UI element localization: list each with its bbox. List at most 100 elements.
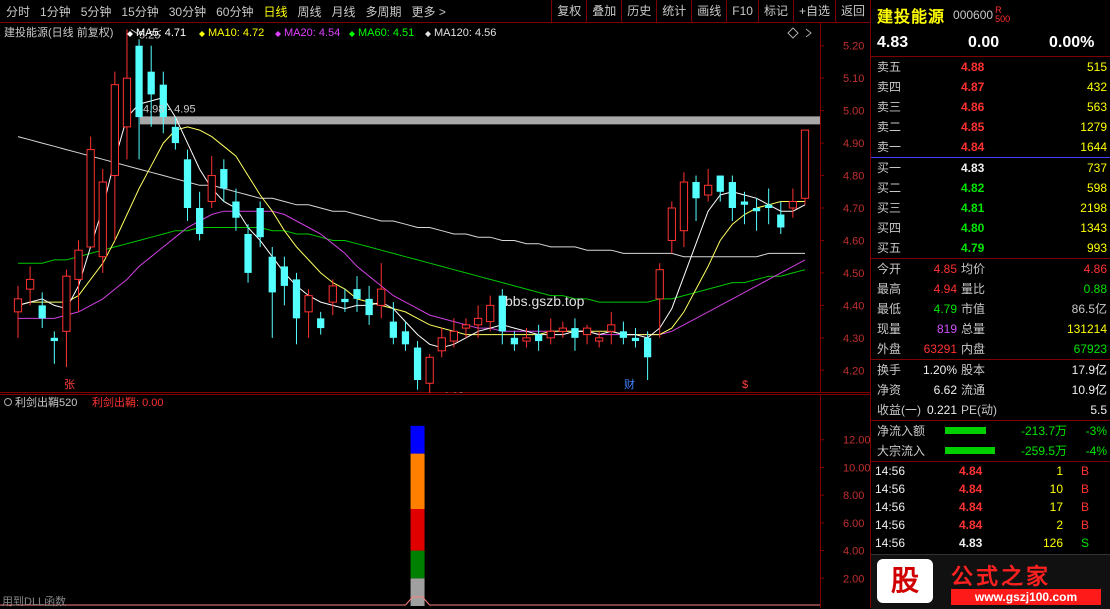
stat-value: 4.79 [933, 302, 957, 316]
flow-pct: -4% [1085, 444, 1107, 458]
tick-side: B [1080, 482, 1089, 496]
period-tab[interactable]: 多周期 [366, 3, 402, 20]
indicator-y-tick: 6.00 [843, 518, 864, 530]
tick-row: 14:56 4.84 1 B [871, 462, 1110, 480]
candle-body-down [171, 126, 180, 144]
event-mark-dollar: $ [742, 379, 748, 391]
bid-label: 买五 [877, 241, 902, 255]
period-tab[interactable]: 周线 [297, 3, 321, 20]
candle-body-up [800, 129, 810, 199]
period-tab[interactable]: 1分钟 [40, 3, 71, 20]
indicator-y-tick: 12.00 [843, 435, 870, 447]
ask-row[interactable]: 卖二 4.85 1279 [871, 117, 1110, 137]
toolbar-button[interactable]: 画线 [691, 0, 726, 22]
flow-row: 净流入额 -213.7万 -3% [871, 421, 1110, 441]
bid-row[interactable]: 买二 4.82 598 [871, 178, 1110, 198]
bid-price: 4.81 [961, 201, 985, 215]
bid-label: 买四 [877, 221, 902, 235]
tick-price: 4.84 [959, 500, 983, 514]
stat-row: 今开 4.85 均价 4.86 [871, 259, 1110, 279]
stat-row: 外盘 63291 内盘 67923 [871, 339, 1110, 359]
candle-body-down [401, 331, 410, 345]
ask-volume: 432 [1086, 80, 1107, 94]
tick-side: B [1080, 464, 1089, 478]
period-tab[interactable]: 60分钟 [216, 3, 253, 20]
ask-volume: 1279 [1080, 120, 1107, 134]
bid-row[interactable]: 买三 4.81 2198 [871, 198, 1110, 218]
ask-label: 卖三 [877, 100, 902, 114]
ask-price: 4.84 [961, 140, 985, 154]
tick-row: 14:56 4.84 17 B [871, 498, 1110, 516]
bid-volume: 1343 [1080, 221, 1107, 235]
candle-body-up [582, 327, 592, 336]
tick-row: 14:56 4.83 126 S [871, 534, 1110, 552]
period-tab[interactable]: 日线 [263, 3, 287, 20]
stat-label: 量比 [961, 282, 986, 296]
ma-legend-label: MA5: 4.71 [136, 27, 186, 39]
candle-body-up [546, 330, 555, 339]
ask-row[interactable]: 卖三 4.86 563 [871, 97, 1110, 117]
ma-legend-label: MA120: 4.56 [434, 27, 496, 39]
candle-body-up [461, 324, 471, 329]
indicator-title: 利剑出鞘520 [15, 395, 77, 409]
ask-row[interactable]: 卖五 4.88 515 [871, 57, 1110, 77]
resistance-line [140, 116, 820, 125]
ask-row[interactable]: 卖一 4.84 1644 [871, 137, 1110, 157]
period-toolbar: 分时 1分钟 5分钟 15分钟 30分钟 60分钟 日线 周线 月线 多周期 更多 > 复权 叠加 历史… [0, 0, 870, 23]
candle-body-down [643, 337, 652, 358]
stat-value: 131214 [1066, 322, 1107, 336]
bid-volume: 993 [1086, 241, 1107, 255]
ma-legend-label: MA60: 4.51 [358, 27, 414, 39]
candle-body-up [377, 288, 386, 306]
indicator-y-tick: 10.00 [843, 462, 870, 474]
bid-row[interactable]: 买四 4.80 1343 [871, 218, 1110, 238]
toolbar-button[interactable]: 统计 [656, 0, 691, 22]
period-tabs: 分时 1分钟 5分钟 15分钟 30分钟 60分钟 日线 周线 月线 多周期 更多 > [0, 3, 456, 20]
bid-row[interactable]: 买一 4.83 737 [871, 158, 1110, 178]
fundamental-row: 换手 1.20% 股本 17.9亿 [871, 360, 1110, 380]
candle-body-down [534, 334, 543, 342]
bid-label: 买二 [877, 181, 902, 195]
candle-body-down [38, 305, 46, 319]
kline-chart[interactable]: 5.254.98 - 4.954.12bbs.gszb.top张财$ 5.205… [0, 23, 870, 393]
period-tab[interactable]: 30分钟 [169, 3, 206, 20]
period-tab[interactable]: 月线 [332, 3, 356, 20]
period-tab[interactable]: 分时 [6, 3, 30, 20]
candle-body-up [558, 327, 567, 332]
period-tab[interactable]: 5分钟 [81, 3, 112, 20]
bid-row[interactable]: 买五 4.79 993 [871, 238, 1110, 258]
toolbar-button[interactable]: F10 [726, 0, 758, 22]
stat-value: 819 [936, 322, 957, 336]
toolbar-button[interactable]: 历史 [621, 0, 656, 22]
toolbar-button[interactable]: 复权 [551, 0, 586, 22]
candle-body-down [195, 208, 204, 234]
candle-body-down [752, 208, 761, 212]
fundamental-value: 17.9亿 [1071, 363, 1107, 377]
fundamental-label: 换手 [877, 363, 902, 377]
candle-body-down [740, 201, 749, 205]
stock-header: 建投能源 000600 R 500 [871, 0, 1110, 30]
bid-label: 买一 [877, 161, 902, 175]
toolbar-button[interactable]: +自选 [792, 0, 835, 22]
y-tick-label: 4.20 [843, 365, 864, 377]
ask-row[interactable]: 卖四 4.87 432 [871, 77, 1110, 97]
ask-label: 卖五 [877, 60, 902, 74]
bid-volume: 598 [1086, 181, 1107, 195]
brand-name: 公式之家 [951, 564, 1052, 589]
candle-body-down [365, 298, 373, 316]
toolbar-button[interactable]: 叠加 [586, 0, 621, 22]
indicator-chart[interactable]: 12.00 10.00 8.00 6.00 4.00 2.00 利剑出鞘520 利剑出鞘:… [0, 394, 870, 608]
toolbar-button[interactable]: 标记 [757, 0, 793, 22]
candle-body-down [244, 233, 252, 273]
ask-book: 卖五 4.88 515 卖四 4.87 432 卖三 4.86 563 卖二 4.85 1279 卖一 4… [871, 57, 1110, 158]
indicator-y-tick: 4.00 [843, 546, 864, 558]
ask-price: 4.86 [961, 100, 985, 114]
period-tab[interactable]: 更多 > [412, 3, 446, 20]
period-tab[interactable]: 15分钟 [121, 3, 158, 20]
flow-label: 净流入额 [877, 424, 926, 438]
flow-value: -259.5万 [1020, 444, 1067, 458]
candle-body-down [50, 337, 58, 342]
stats-block-2: 换手 1.20% 股本 17.9亿 净资 6.62 流通 10.9亿 收益(一) 0.221 PE(… [871, 360, 1110, 421]
toolbar-button[interactable]: 返回 [834, 0, 870, 22]
flow-block: 净流入额 -213.7万 -3% 大宗流入 -259.5万 -4% [871, 421, 1110, 462]
